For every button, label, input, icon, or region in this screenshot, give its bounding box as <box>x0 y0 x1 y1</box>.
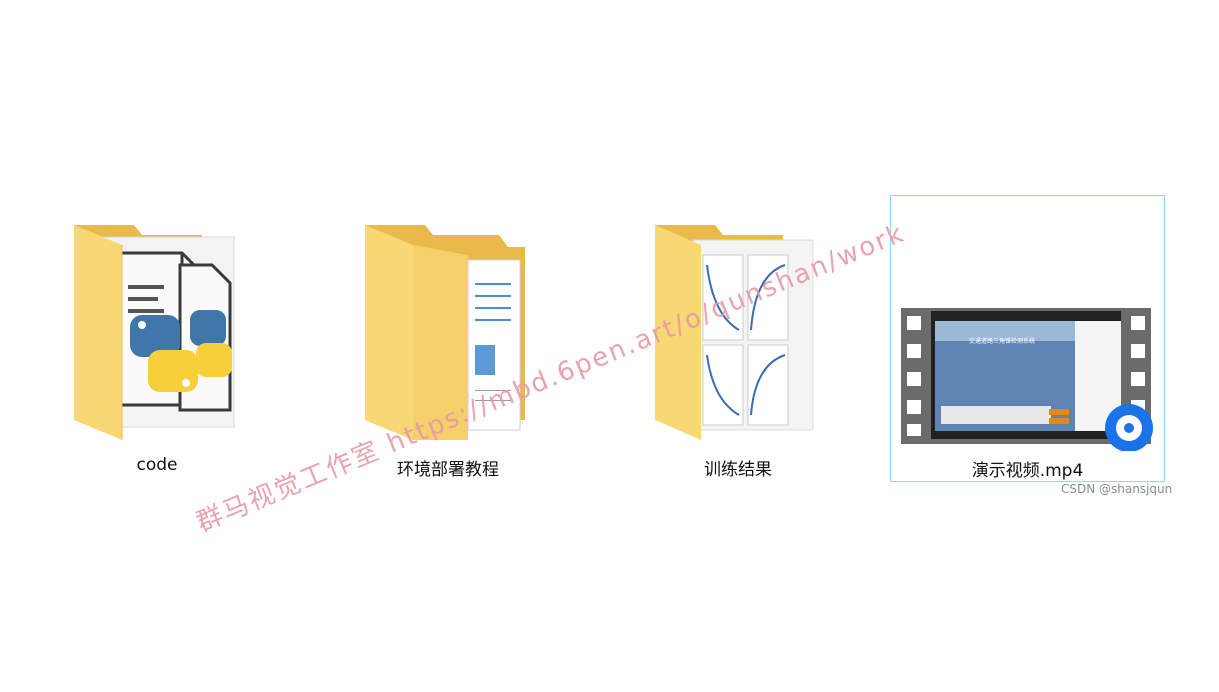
item-name: code <box>136 455 178 475</box>
video-file[interactable]: 交通道路三角锥检测系统 演示视频.mp4 <box>890 195 1165 482</box>
video-thumb-title: 交通道路三角锥检测系统 <box>969 338 1036 345</box>
folder-icon <box>655 225 814 440</box>
folder-train-results[interactable]: 训练结果 <box>643 195 833 482</box>
item-name: 演示视频.mp4 <box>971 461 1084 481</box>
folder-icon <box>74 225 235 440</box>
player-icon <box>1105 404 1153 451</box>
folder-icon <box>365 225 525 440</box>
folder-code[interactable]: code <box>62 195 252 482</box>
video-file-icon <box>901 308 1153 451</box>
item-name: 环境部署教程 <box>397 460 499 480</box>
credit-text: CSDN @shansjqun <box>1061 482 1173 496</box>
item-name: 训练结果 <box>704 460 772 480</box>
folder-env-tutorial[interactable]: 环境部署教程 <box>353 195 543 482</box>
